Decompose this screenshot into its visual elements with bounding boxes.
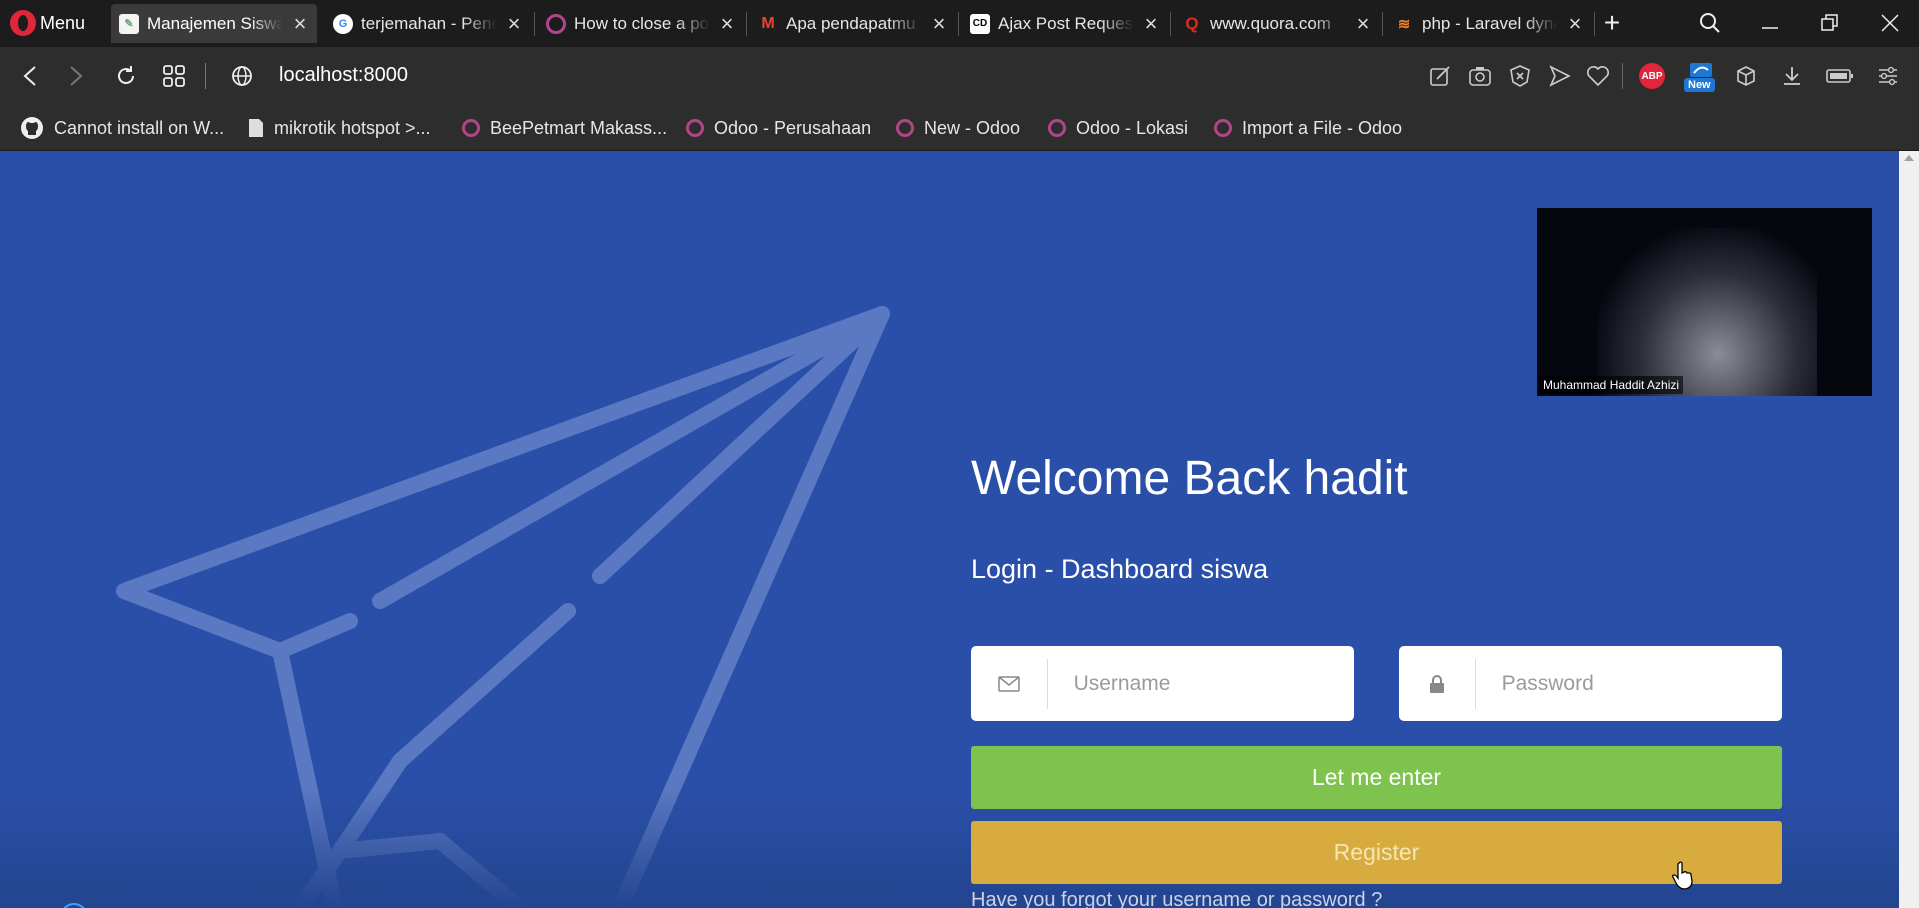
forward-icon[interactable] [60, 61, 92, 91]
login-page: Welcome Back hadit Login - Dashboard sis… [0, 151, 1919, 908]
bookmark-item[interactable]: BeePetmart Makass... [462, 113, 667, 143]
search-tabs-icon[interactable] [1692, 6, 1728, 40]
heart-icon[interactable] [1584, 62, 1612, 90]
bookmark-item[interactable]: New - Odoo [896, 113, 1020, 143]
register-button[interactable]: Register [971, 821, 1782, 884]
restore-icon[interactable] [1812, 6, 1848, 40]
tab-title: Apa pendapatmu [786, 13, 916, 33]
tab-title: Ajax Post Request [998, 13, 1134, 33]
stackoverflow-icon: ≋ [1397, 15, 1411, 33]
tab-title: How to close a popup [574, 13, 710, 33]
tab-separator [1170, 12, 1171, 36]
page-favicon-icon: ✎ [119, 13, 139, 34]
let-me-enter-button[interactable]: Let me enter [971, 746, 1782, 809]
tab-laravel[interactable]: ≋ php - Laravel dynamic × [1386, 4, 1592, 43]
github-icon [21, 117, 43, 139]
scroll-up-icon[interactable] [1904, 155, 1914, 161]
tab-title: php - Laravel dynamic [1422, 13, 1558, 33]
close-tab-icon[interactable]: × [1142, 12, 1160, 35]
tab-ajax-post[interactable]: CD Ajax Post Request × [962, 4, 1168, 43]
hand-cursor-icon [1672, 861, 1693, 890]
globe-icon[interactable] [226, 61, 258, 91]
odoo-icon [896, 119, 914, 137]
close-tab-icon[interactable]: × [1354, 12, 1372, 35]
opera-logo-icon [10, 10, 36, 36]
bookmark-item[interactable]: Odoo - Lokasi [1048, 113, 1188, 143]
edit-snapshot-icon[interactable] [1426, 62, 1454, 90]
codeigniter-icon: CD [970, 13, 990, 34]
participant-video [1597, 228, 1817, 396]
speed-dial-grid-icon[interactable] [158, 61, 190, 91]
tab-gmail[interactable]: M Apa pendapatmu × [750, 4, 956, 43]
close-tab-icon[interactable]: × [930, 12, 948, 35]
vertical-scrollbar[interactable] [1899, 151, 1919, 908]
tab-separator [958, 12, 959, 36]
bookmark-item[interactable]: mikrotik hotspot >... [248, 113, 431, 143]
menu-label: Menu [40, 12, 86, 33]
gmail-icon: M [761, 14, 775, 32]
tab-separator [534, 12, 535, 36]
close-window-icon[interactable] [1872, 6, 1908, 40]
bookmark-item[interactable]: Odoo - Perusahaan [686, 113, 871, 143]
username-input[interactable] [1047, 670, 1354, 697]
bookmarks-bar: Cannot install on W... mikrotik hotspot … [0, 105, 1919, 151]
odoo-icon [546, 13, 566, 34]
tab-how-to-close[interactable]: How to close a popup × [538, 4, 744, 43]
browser-menu-button[interactable]: Menu [10, 8, 85, 38]
close-tab-icon[interactable]: × [718, 12, 736, 35]
google-icon: G [333, 13, 353, 34]
password-field[interactable] [1399, 646, 1782, 721]
send-icon[interactable] [1546, 62, 1574, 90]
toolbar-separator [1622, 63, 1623, 89]
new-tab-button[interactable]: + [1594, 6, 1630, 40]
easy-setup-icon[interactable] [1874, 62, 1902, 90]
reload-icon[interactable] [110, 61, 142, 91]
back-icon[interactable] [14, 61, 46, 91]
tab-title: Manajemen Siswa [147, 13, 283, 33]
minimize-icon[interactable] [1752, 6, 1788, 40]
camera-icon[interactable] [1466, 62, 1494, 90]
tab-terjemahan[interactable]: G terjemahan - Penelusuran Google × [325, 4, 531, 43]
url-field[interactable]: localhost:8000 [279, 64, 408, 87]
odoo-icon [1214, 119, 1232, 137]
password-input[interactable] [1475, 670, 1782, 697]
login-subtitle: Login - Dashboard siswa [971, 554, 1269, 584]
cube-icon[interactable] [1732, 62, 1760, 90]
battery-icon[interactable] [1826, 62, 1854, 90]
username-field[interactable] [971, 646, 1354, 721]
close-tab-icon[interactable]: × [1566, 12, 1584, 35]
odoo-icon [1048, 119, 1066, 137]
address-bar: localhost:8000 ABP New [0, 47, 1919, 105]
tab-title: terjemahan - Penelusuran Google [361, 13, 497, 33]
tab-title: www.quora.com [1210, 13, 1331, 33]
bookmark-item[interactable]: Cannot install on W... [20, 113, 224, 143]
odoo-icon [686, 119, 704, 137]
adblock-plus-icon[interactable]: ABP [1638, 62, 1666, 90]
envelope-icon [971, 658, 1048, 709]
bookmark-item[interactable]: Import a File - Odoo [1214, 113, 1402, 143]
welcome-heading: Welcome Back hadit [971, 452, 1408, 505]
tab-separator [746, 12, 747, 36]
extension-new-icon[interactable]: New [1684, 62, 1718, 92]
tab-separator [1382, 12, 1383, 36]
download-icon[interactable] [1778, 62, 1806, 90]
tab-bar: Menu ✎ Manajemen Siswa × G terjemahan - … [0, 0, 1919, 47]
odoo-icon [462, 119, 480, 137]
forgot-credentials-link[interactable]: Have you forgot your username or passwor… [971, 889, 1382, 908]
ad-blocker-shield-icon[interactable] [1506, 62, 1534, 90]
lock-icon [1399, 658, 1476, 709]
close-tab-icon[interactable]: × [505, 12, 523, 35]
tab-manajemen-siswa[interactable]: ✎ Manajemen Siswa × [111, 4, 317, 43]
video-call-overlay[interactable]: Muhammad Haddit Azhizi [1537, 208, 1872, 396]
participant-name: Muhammad Haddit Azhizi [1539, 376, 1684, 394]
file-icon [249, 119, 263, 137]
close-tab-icon[interactable]: × [291, 12, 309, 35]
quora-icon: Q [1185, 13, 1199, 33]
toolbar-separator [205, 63, 206, 89]
tab-quora[interactable]: Q www.quora.com × [1174, 4, 1380, 43]
